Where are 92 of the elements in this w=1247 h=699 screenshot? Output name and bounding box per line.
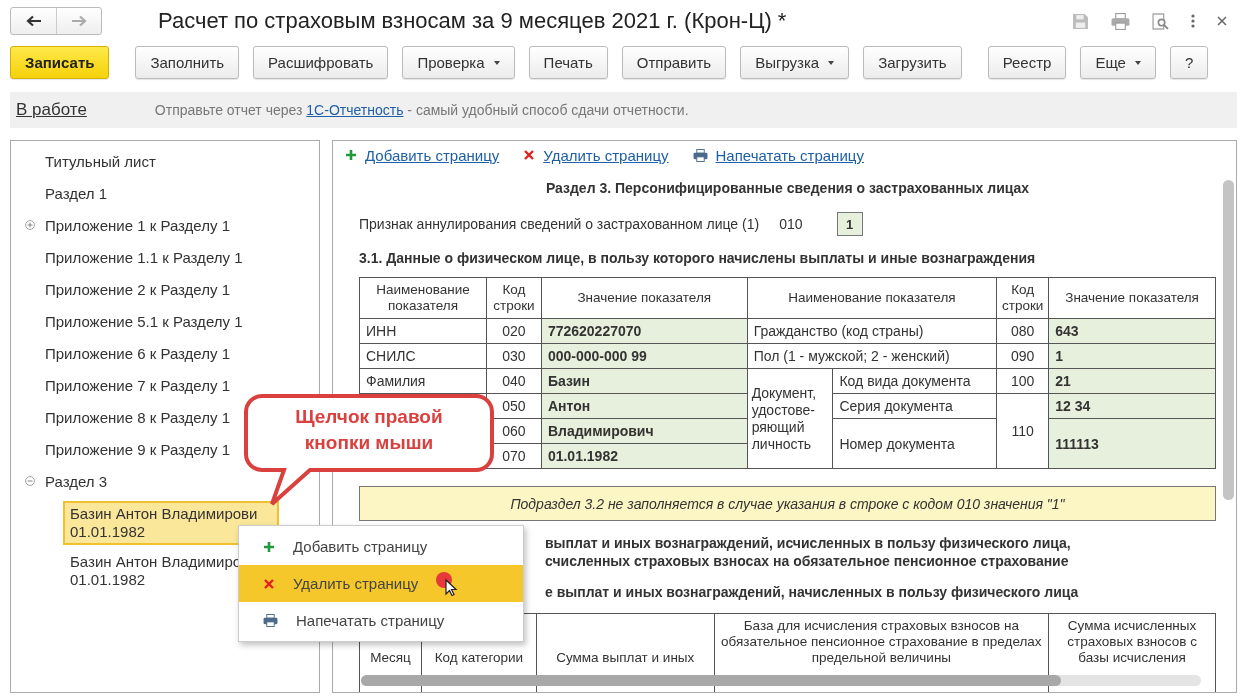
tree-item[interactable]: Приложение 9 к Разделу 1 bbox=[45, 438, 230, 460]
info-note: Подраздел 3.2 не заполняется в случае указания в строке с кодом 010 значения "1" bbox=[359, 486, 1216, 521]
toolbar-button[interactable]: Отправить bbox=[621, 46, 727, 79]
mouse-cursor-icon bbox=[435, 571, 459, 597]
toolbar-button[interactable]: Загрузить bbox=[863, 46, 962, 79]
horizontal-scrollbar[interactable] bbox=[361, 675, 1201, 686]
value-field[interactable]: 01.01.1982 bbox=[541, 443, 748, 469]
table-cell: Фамилия bbox=[359, 368, 487, 394]
column-header: Код строки bbox=[996, 277, 1049, 319]
page-action-link[interactable]: Напечатать страницу bbox=[715, 146, 864, 164]
table-cell: 090 bbox=[996, 343, 1049, 369]
plus-icon bbox=[263, 540, 275, 553]
value-field[interactable]: 21 bbox=[1048, 368, 1216, 394]
table-cell: 110 bbox=[996, 393, 1049, 469]
tree-item[interactable]: Раздел 3 bbox=[45, 470, 108, 492]
toolbar-button[interactable]: Печать bbox=[528, 46, 608, 79]
tree-item[interactable]: Приложение 1 к Разделу 1 bbox=[45, 214, 230, 236]
value-field[interactable]: 111113 bbox=[1048, 418, 1216, 469]
tree-item[interactable]: Приложение 8 к Разделу 1 bbox=[45, 406, 230, 428]
save-button[interactable]: Записать bbox=[10, 46, 110, 79]
preview-icon[interactable] bbox=[1152, 12, 1169, 30]
caret-icon bbox=[493, 60, 500, 65]
field-label: Признак аннулирования сведений о застрахованном лице (1) bbox=[359, 216, 760, 232]
toolbar-button[interactable]: ? bbox=[1169, 46, 1209, 79]
close-icon[interactable] bbox=[1217, 16, 1227, 26]
value-field[interactable]: Базин bbox=[541, 368, 748, 394]
table-cell: 020 bbox=[486, 318, 542, 344]
tree-item[interactable]: Титульный лист bbox=[45, 150, 156, 172]
collapse-icon[interactable] bbox=[25, 476, 35, 486]
callout-text: Щелчок правой кнопки мыши bbox=[294, 405, 444, 455]
column-header: Наименование показателя bbox=[359, 277, 487, 319]
subsection-title: 3.1. Данные о физическом лице, в пользу которого начислены выплаты и иные вознаграждения bbox=[359, 250, 1037, 266]
save-icon[interactable] bbox=[1072, 12, 1089, 30]
left-arrow-icon bbox=[25, 15, 42, 27]
tree-item[interactable]: Приложение 2 к Разделу 1 bbox=[45, 278, 230, 300]
toolbar-button[interactable]: Расшифровать bbox=[253, 46, 389, 79]
delete-icon bbox=[523, 149, 536, 161]
column-header: Код строки bbox=[486, 277, 542, 319]
expand-icon[interactable] bbox=[25, 220, 35, 230]
status-link[interactable]: В работе bbox=[16, 100, 87, 120]
info-message: Отправьте отчет через 1С-Отчетность - самый удобный способ сдачи отчетности. bbox=[154, 102, 689, 118]
caret-icon bbox=[1134, 60, 1141, 65]
column-header: Наименование показателя bbox=[747, 277, 997, 319]
dropdown-button[interactable]: Еще bbox=[1080, 46, 1156, 79]
column-header: Значение показателя bbox=[1048, 277, 1216, 319]
plus-icon bbox=[345, 149, 357, 161]
printer-icon bbox=[692, 148, 708, 162]
tree-item[interactable]: Приложение 5.1 к Разделу 1 bbox=[45, 310, 243, 332]
section-title: Раздел 3. Персонифицированные сведения о застрахованных лицах bbox=[544, 180, 1031, 196]
table-cell: Код вида документа bbox=[832, 368, 997, 394]
value-field[interactable]: 000-000-000 99 bbox=[541, 343, 748, 369]
caret-icon bbox=[828, 60, 835, 65]
page-action-link[interactable]: Удалить страницу bbox=[543, 146, 669, 164]
table-cell: Пол (1 - мужской; 2 - женский) bbox=[747, 343, 997, 369]
dropdown-button[interactable]: Проверка bbox=[402, 46, 515, 79]
print-icon[interactable] bbox=[1111, 12, 1130, 30]
value-field[interactable]: Антон bbox=[541, 393, 748, 419]
table-cell: ИНН bbox=[359, 318, 487, 344]
value-field[interactable]: Владимирович bbox=[541, 418, 748, 444]
line-code: 010 bbox=[779, 216, 803, 232]
table-cell: Серия документа bbox=[832, 393, 997, 419]
table-cell: СНИЛС bbox=[359, 343, 487, 369]
menu-item[interactable]: Удалить страницу bbox=[239, 565, 523, 602]
table-cell: 080 bbox=[996, 318, 1049, 344]
window-title: Расчет по страховым взносам за 9 месяцев 2021 г. (Крон-Ц) * bbox=[158, 8, 788, 34]
toolbar-button[interactable]: Реестр bbox=[987, 46, 1067, 79]
value-field[interactable]: 772620227070 bbox=[541, 318, 748, 344]
tree-item[interactable]: Приложение 7 к Разделу 1 bbox=[45, 374, 230, 396]
tree-item[interactable]: Раздел 1 bbox=[45, 182, 108, 204]
subsection-title: выплат и иных вознаграждений, исчисленных в пользу физического лица, bbox=[545, 534, 1072, 552]
value-field[interactable]: 1 bbox=[1048, 343, 1216, 369]
table-cell: 100 bbox=[996, 368, 1049, 394]
tree-item[interactable]: Приложение 1.1 к Разделу 1 bbox=[45, 246, 243, 268]
column-header: Значение показателя bbox=[541, 277, 748, 319]
flag-field[interactable]: 1 bbox=[836, 212, 863, 236]
right-arrow-icon bbox=[71, 15, 87, 27]
table-cell: 030 bbox=[486, 343, 542, 369]
value-field[interactable]: 12 34 bbox=[1048, 393, 1216, 419]
table-cell: 040 bbox=[486, 368, 542, 394]
toolbar-button[interactable]: Заполнить bbox=[135, 46, 240, 79]
subsection-title: счисленных страховых взносах на обязательное пенсионное страхование bbox=[545, 552, 1070, 570]
dropdown-button[interactable]: Выгрузка bbox=[740, 46, 850, 79]
printer-icon bbox=[263, 614, 278, 627]
reporting-link[interactable]: 1С-Отчетность bbox=[306, 102, 404, 118]
delete-icon bbox=[263, 577, 275, 590]
tree-item[interactable]: Базин Антон Владимирови 01.01.1982 bbox=[63, 501, 279, 545]
tree-item[interactable]: Приложение 6 к Разделу 1 bbox=[45, 342, 230, 364]
table-cell: Гражданство (код страны) bbox=[747, 318, 997, 344]
page-action-link[interactable]: Добавить страницу bbox=[365, 146, 500, 164]
more-icon[interactable] bbox=[1191, 14, 1195, 28]
subsection-title: е выплат и иных вознаграждений, начисленных в пользу физического лица bbox=[545, 583, 1080, 601]
value-field[interactable]: 643 bbox=[1048, 318, 1216, 344]
